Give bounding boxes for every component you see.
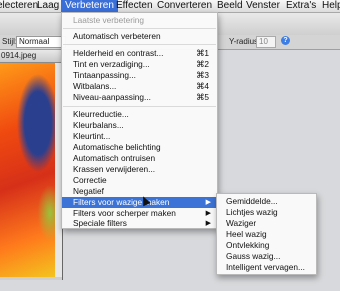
y-radius-input[interactable]: 10 bbox=[256, 36, 276, 48]
blur-filters-submenu: Gemiddelde... Lichtjes wazig Waziger Hee… bbox=[216, 193, 317, 275]
style-select[interactable]: Normaal bbox=[16, 36, 66, 48]
submenu-arrow-icon: ▶ bbox=[205, 220, 211, 227]
menu-item-helderheid-contrast[interactable]: Helderheid en contrast... ⌘1 bbox=[62, 48, 217, 59]
menu-item-automatisch-verbeteren[interactable]: Automatisch verbeteren bbox=[62, 31, 217, 42]
document-title[interactable]: 0914.jpeg bbox=[0, 50, 63, 63]
menu-item-automatische-belichting[interactable]: Automatische belichting bbox=[62, 142, 217, 153]
submenu-item-waziger[interactable]: Waziger bbox=[217, 218, 316, 229]
submenu-item-ontvlekking[interactable]: Ontvlekking bbox=[217, 240, 316, 251]
menubar-item-laag[interactable]: Laag bbox=[37, 0, 59, 12]
menu-item-tintaanpassing[interactable]: Tintaanpassing... ⌘3 bbox=[62, 70, 217, 81]
document-statusbar bbox=[0, 277, 62, 280]
submenu-item-lichtjes-wazig[interactable]: Lichtjes wazig bbox=[217, 207, 316, 218]
menu-item-witbalans[interactable]: Witbalans... ⌘4 bbox=[62, 81, 217, 92]
submenu-arrow-icon: ▶ bbox=[205, 210, 211, 217]
menu-item-kleurbalans[interactable]: Kleurbalans... bbox=[62, 120, 217, 131]
menu-separator bbox=[63, 106, 216, 107]
menu-separator bbox=[63, 44, 216, 45]
menu-item-kleurtint[interactable]: Kleurtint... bbox=[62, 131, 217, 142]
submenu-item-gemiddelde[interactable]: Gemiddelde... bbox=[217, 196, 316, 207]
menubar-item-extras[interactable]: Extra's bbox=[286, 0, 316, 12]
submenu-item-gauss-wazig[interactable]: Gauss wazig... bbox=[217, 251, 316, 262]
menu-item-automatisch-ontruisen[interactable]: Automatisch ontruisen bbox=[62, 153, 217, 164]
menubar-item-effecten[interactable]: Effecten bbox=[116, 0, 153, 12]
help-icon[interactable]: ? bbox=[281, 36, 290, 45]
menu-item-correctie[interactable]: Correctie bbox=[62, 175, 217, 186]
menu-item-niveau-aanpassing[interactable]: Niveau-aanpassing... ⌘5 bbox=[62, 92, 217, 103]
menubar-item-help[interactable]: Help bbox=[322, 0, 340, 12]
verbeteren-menu: Laatste verbetering Automatisch verbeter… bbox=[61, 12, 218, 229]
submenu-item-intelligent-vervagen[interactable]: Intelligent vervagen... bbox=[217, 262, 316, 273]
menu-item-negatief[interactable]: Negatief bbox=[62, 186, 217, 197]
menu-item-kleurreductie[interactable]: Kleurreductie... bbox=[62, 109, 217, 120]
menubar-item-beeld[interactable]: Beeld bbox=[217, 0, 243, 12]
document-window: 0914.jpeg bbox=[0, 50, 63, 280]
menubar-item-selecteren[interactable]: electeren bbox=[0, 0, 38, 12]
submenu-item-heel-wazig[interactable]: Heel wazig bbox=[217, 229, 316, 240]
style-label: Stijl: bbox=[2, 37, 18, 46]
submenu-arrow-icon: ▶ bbox=[205, 199, 211, 206]
menubar-item-verbeteren[interactable]: Verbeteren bbox=[61, 0, 118, 12]
menubar-item-converteren[interactable]: Converteren bbox=[157, 0, 212, 12]
menu-item-speciale-filters[interactable]: Speciale filters ▶ bbox=[62, 219, 217, 228]
document-canvas[interactable] bbox=[0, 63, 55, 277]
menu-item-krassen-verwijderen[interactable]: Krassen verwijderen... bbox=[62, 164, 217, 175]
menu-item-tint-verzadiging[interactable]: Tint en verzadiging... ⌘2 bbox=[62, 59, 217, 70]
menu-separator bbox=[63, 28, 216, 29]
menubar-item-venster[interactable]: Venster bbox=[246, 0, 280, 12]
menu-item-laatste-verbetering: Laatste verbetering bbox=[73, 15, 145, 25]
